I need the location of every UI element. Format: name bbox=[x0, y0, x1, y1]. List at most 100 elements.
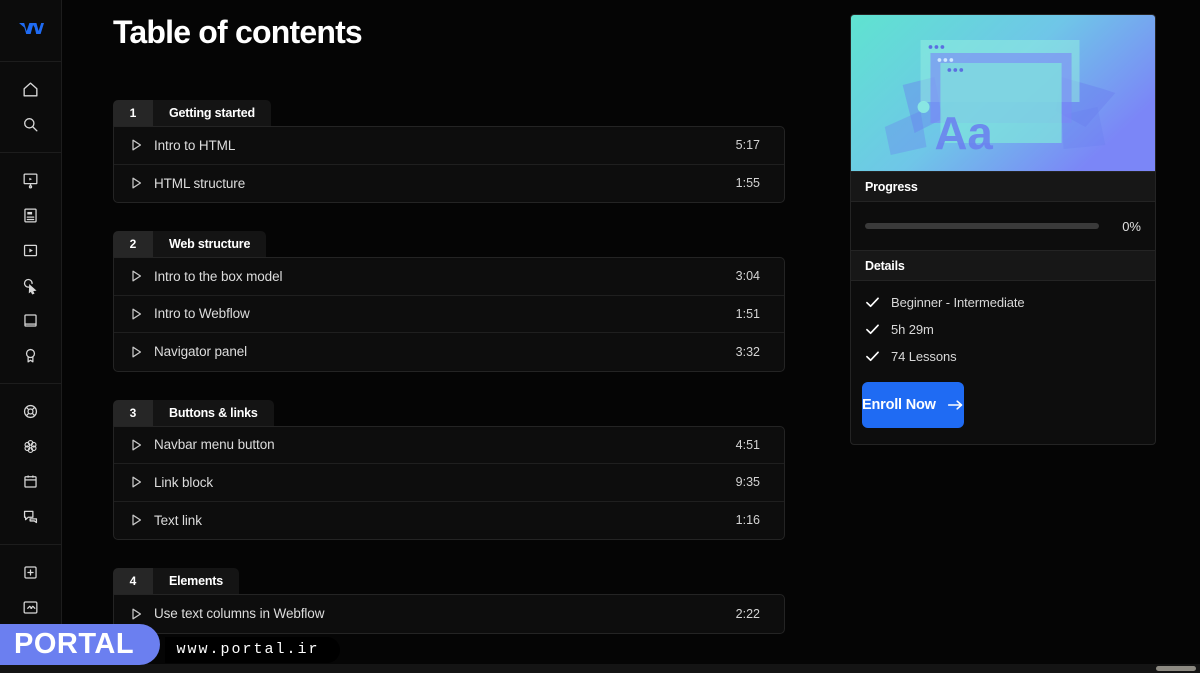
sidebar-item-events[interactable] bbox=[9, 464, 53, 499]
sidebar-item-help[interactable] bbox=[9, 394, 53, 429]
toc-section-body: Intro to the box model 3:04 Intro to Webfl… bbox=[113, 257, 785, 372]
toc-section-name: Web structure bbox=[153, 231, 267, 257]
home-icon bbox=[21, 80, 40, 99]
lesson-row[interactable]: Navigator panel 3:32 bbox=[114, 333, 784, 371]
sidebar-group-support bbox=[0, 384, 62, 545]
details-list: Beginner - Intermediate 5h 29m 74 Lessons bbox=[851, 281, 1155, 382]
watermark: PORTAL www.portal.ir bbox=[0, 623, 340, 665]
lesson-row[interactable]: Intro to the box model 3:04 bbox=[114, 258, 784, 296]
sidebar-item-forum[interactable] bbox=[9, 499, 53, 534]
lesson-title: Navigator panel bbox=[154, 344, 248, 360]
toc-section: 2 Web structure Intro to the box model 3:04… bbox=[113, 231, 785, 372]
check-icon bbox=[865, 323, 880, 336]
toc-section-name: Buttons & links bbox=[153, 399, 274, 426]
award-icon bbox=[21, 346, 40, 365]
sidebar-item-home[interactable] bbox=[9, 72, 53, 107]
lifebuoy-icon bbox=[21, 402, 40, 421]
lesson-duration: 1:16 bbox=[735, 513, 760, 528]
toc-section-body: Navbar menu button 4:51 Link block 9:35 Text… bbox=[113, 425, 785, 540]
progress-percent: 0% bbox=[1122, 218, 1141, 234]
sidebar-group-actions bbox=[0, 545, 62, 635]
play-icon bbox=[130, 176, 154, 190]
detail-text: Beginner - Intermediate bbox=[891, 295, 1025, 310]
sidebar-item-search[interactable] bbox=[9, 107, 53, 142]
lesson-title: Text link bbox=[154, 512, 202, 528]
lesson-duration: 5:17 bbox=[735, 138, 760, 153]
play-icon bbox=[130, 345, 154, 359]
webflow-logo[interactable] bbox=[0, 0, 62, 62]
sidebar-item-collapse[interactable] bbox=[9, 590, 53, 625]
toc-section-name: Elements bbox=[153, 568, 239, 594]
course-card: Aa Progress 0% Details Beginner - Interm… bbox=[850, 14, 1156, 445]
toc-section-body: Intro to HTML 5:17 HTML structure 1:55 bbox=[113, 126, 785, 203]
sidebar-item-library[interactable] bbox=[9, 303, 53, 338]
lesson-row[interactable]: HTML structure 1:55 bbox=[114, 165, 784, 203]
lesson-duration: 3:32 bbox=[735, 344, 760, 359]
detail-text: 74 Lessons bbox=[891, 349, 957, 364]
lesson-row[interactable]: Text link 1:16 bbox=[114, 502, 784, 540]
page-title: Table of contents bbox=[113, 14, 363, 50]
play-icon bbox=[130, 438, 154, 452]
lesson-title: Intro to the box model bbox=[154, 268, 283, 284]
toc-section: 3 Buttons & links Navbar menu button 4:51 Li… bbox=[113, 399, 785, 540]
toc-section-number: 1 bbox=[113, 100, 153, 126]
arrow-right-icon bbox=[947, 398, 964, 412]
sidebar-item-new[interactable] bbox=[9, 555, 53, 590]
sidebar-item-courses[interactable] bbox=[9, 163, 53, 198]
detail-text: 5h 29m bbox=[891, 322, 934, 337]
detail-item: Beginner - Intermediate bbox=[865, 295, 1141, 310]
lesson-title: Link block bbox=[154, 474, 214, 490]
lesson-row[interactable]: Link block 9:35 bbox=[114, 464, 784, 502]
details-header: Details bbox=[851, 250, 1155, 281]
left-sidebar bbox=[0, 0, 62, 673]
sidebar-item-community[interactable] bbox=[9, 429, 53, 464]
watermark-brand: PORTAL bbox=[0, 623, 161, 665]
svg-text:Aa: Aa bbox=[934, 108, 993, 159]
sidebar-item-certifications[interactable] bbox=[9, 338, 53, 373]
sidebar-item-interactions[interactable] bbox=[9, 268, 53, 303]
app-root: Table of contents 1 Getting started Intro … bbox=[0, 0, 1200, 673]
scrollbar-thumb[interactable] bbox=[1156, 666, 1196, 671]
detail-item: 5h 29m bbox=[865, 322, 1141, 337]
lesson-duration: 3:04 bbox=[735, 269, 760, 284]
main-content: Table of contents 1 Getting started Intro … bbox=[62, 0, 1200, 673]
play-icon bbox=[130, 607, 154, 621]
toc-section-name: Getting started bbox=[153, 100, 271, 126]
toc-section-header[interactable]: 3 Buttons & links bbox=[113, 399, 274, 426]
enroll-now-button[interactable]: Enroll Now bbox=[862, 382, 964, 428]
horizontal-scrollbar[interactable] bbox=[0, 664, 1200, 673]
chevrons-icon bbox=[21, 598, 40, 617]
lesson-title: Navbar menu button bbox=[154, 437, 275, 453]
play-icon bbox=[130, 269, 154, 283]
play-icon bbox=[130, 307, 154, 321]
toc-section: 1 Getting started Intro to HTML 5:17 HTML st… bbox=[113, 100, 785, 203]
book-icon bbox=[21, 311, 40, 330]
toc-section-number: 4 bbox=[113, 568, 153, 594]
article-icon bbox=[21, 206, 40, 225]
lesson-row[interactable]: Navbar menu button 4:51 bbox=[114, 427, 784, 464]
lesson-duration: 1:51 bbox=[735, 306, 760, 321]
cursor-click-icon bbox=[21, 276, 40, 295]
toc-section-header[interactable]: 2 Web structure bbox=[113, 231, 267, 257]
toc-section-number: 2 bbox=[113, 231, 153, 257]
course-thumbnail: Aa bbox=[851, 15, 1155, 171]
search-icon bbox=[21, 115, 40, 134]
lesson-row[interactable]: Intro to HTML 5:17 bbox=[114, 127, 784, 165]
toc-section-header[interactable]: 1 Getting started bbox=[113, 100, 271, 126]
plus-box-icon bbox=[21, 563, 40, 582]
calendar-icon bbox=[21, 472, 40, 491]
play-icon bbox=[130, 138, 154, 152]
presentation-icon bbox=[21, 171, 40, 190]
watermark-url: www.portal.ir bbox=[164, 636, 340, 663]
lesson-row[interactable]: Intro to Webflow 1:51 bbox=[114, 296, 784, 333]
table-of-contents: 1 Getting started Intro to HTML 5:17 HTML st… bbox=[113, 100, 785, 662]
progress-header: Progress bbox=[851, 171, 1155, 202]
detail-item: 74 Lessons bbox=[865, 349, 1141, 364]
progress-row: 0% bbox=[851, 202, 1155, 250]
toc-section-header[interactable]: 4 Elements bbox=[113, 568, 239, 594]
sidebar-item-videos[interactable] bbox=[9, 233, 53, 268]
sidebar-group-primary bbox=[0, 62, 62, 153]
sidebar-item-articles[interactable] bbox=[9, 198, 53, 233]
enroll-now-label: Enroll Now bbox=[862, 397, 936, 413]
chat-icon bbox=[21, 507, 40, 526]
